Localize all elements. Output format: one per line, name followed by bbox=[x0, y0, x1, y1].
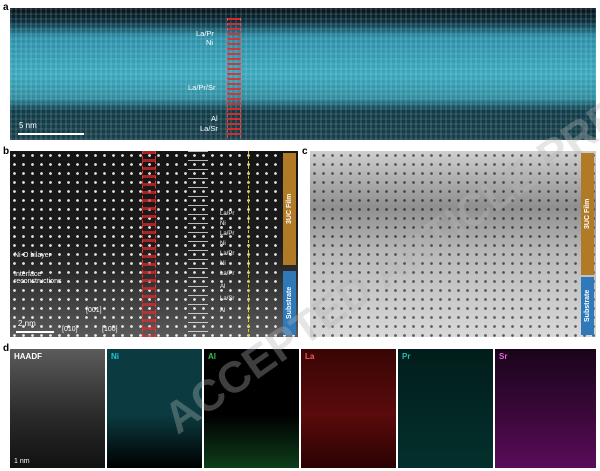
panel-a-letter: a bbox=[3, 2, 9, 13]
layer-label: Ni bbox=[220, 261, 226, 267]
haadf-tile: HAADF bbox=[10, 349, 105, 468]
intensity-profile-overlay bbox=[188, 151, 208, 337]
layer-label: La/Pr bbox=[220, 211, 235, 217]
layer-label: La/Pr bbox=[220, 231, 235, 237]
scalebar-d-label: 1 nm bbox=[14, 458, 30, 465]
panel-c-letter: c bbox=[302, 146, 308, 157]
scalebar-b bbox=[16, 331, 54, 333]
label-001: [001] bbox=[86, 307, 102, 314]
atomic-column-marker-strip bbox=[227, 18, 241, 138]
scalebar-b-label: 2 nm bbox=[18, 319, 36, 328]
la-map-tile: La bbox=[301, 349, 396, 468]
substrate-side-label-c: Substrate bbox=[581, 277, 594, 335]
label-100: [100] bbox=[102, 326, 118, 333]
label-al: Al bbox=[211, 114, 218, 123]
al-label: Al bbox=[208, 352, 216, 361]
pr-map-tile: Pr bbox=[398, 349, 493, 468]
panel-d-letter: d bbox=[3, 343, 10, 354]
panel-b-stem-image: Ni-O bilayer Interface reconstructions [… bbox=[10, 151, 298, 337]
layer-label: Ni bbox=[220, 241, 226, 247]
panel-d-tiles: HAADF Ni Al La Pr Sr 1 nm bbox=[10, 349, 596, 468]
layer-label: La/Pr bbox=[220, 251, 235, 257]
sr-map-tile: Sr bbox=[495, 349, 596, 468]
haadf-label: HAADF bbox=[14, 352, 42, 361]
layer-label: Ni bbox=[220, 221, 226, 227]
scalebar-a bbox=[18, 133, 84, 135]
sr-label: Sr bbox=[499, 352, 508, 361]
panel-a-stem-image: La/Pr Ni La/Pr/Sr Al La/Sr 5 nm bbox=[10, 8, 596, 140]
label-010: [010] bbox=[62, 326, 78, 333]
red-column-overlay bbox=[142, 151, 156, 337]
al-map-tile: Al bbox=[204, 349, 299, 468]
layer-label: Al bbox=[220, 284, 226, 290]
yellow-line-overlay bbox=[248, 151, 249, 337]
panel-b-letter: b bbox=[3, 146, 10, 157]
scalebar-a-label: 5 nm bbox=[19, 121, 37, 130]
film-side-label: 3UC Film bbox=[283, 153, 296, 265]
label-la-pr-sr: La/Pr/Sr bbox=[188, 83, 216, 92]
ni-label: Ni bbox=[111, 352, 119, 361]
film-side-label-c: 3UC Film bbox=[581, 153, 594, 275]
substrate-side-label: Substrate bbox=[283, 271, 296, 335]
panel-c-stem-image: 3UC Film Substrate bbox=[310, 151, 596, 337]
layer-label: La/Pr bbox=[220, 271, 235, 277]
layer-label: La/Sr bbox=[220, 296, 235, 302]
label-interface-reconstructions: Interface reconstructions bbox=[14, 271, 62, 285]
label-la-pr: La/Pr bbox=[196, 29, 214, 38]
pr-label: Pr bbox=[402, 352, 411, 361]
label-ni: Ni bbox=[206, 38, 214, 47]
layer-label: Al bbox=[220, 308, 226, 314]
la-label: La bbox=[305, 352, 315, 361]
label-la-sr: La/Sr bbox=[200, 124, 218, 133]
ni-map-tile: Ni bbox=[107, 349, 202, 468]
label-nio-bilayer: Ni-O bilayer bbox=[14, 252, 51, 259]
